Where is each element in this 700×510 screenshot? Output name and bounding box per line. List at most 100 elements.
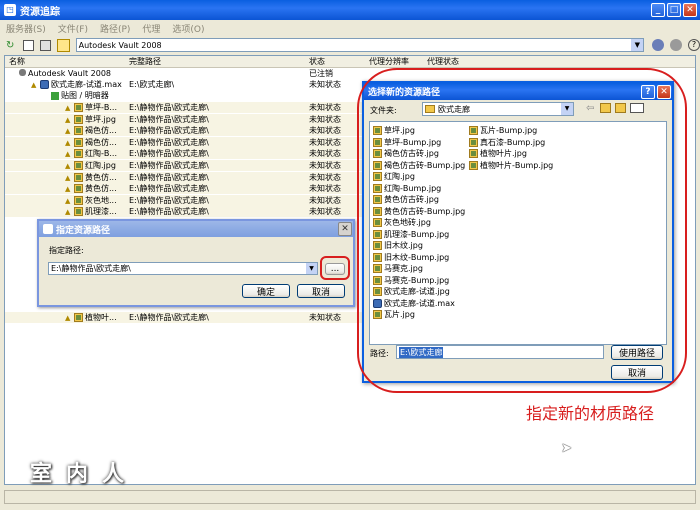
texture-status: 未知状态	[309, 207, 341, 217]
texture-path: E:\静物作品\欧式走廊\	[129, 114, 209, 124]
texture-path: E:\静物作品\欧式走廊\	[129, 126, 209, 136]
warning-icon: ▲	[65, 104, 71, 112]
menu-bar: 服务器(S) 文件(F) 路径(P) 代理 选项(O)	[0, 20, 700, 36]
specify-path-select[interactable]: E:\静物作品\欧式走廊\ ▼	[48, 262, 318, 275]
app-icon: ◳	[4, 4, 16, 16]
texture-status: 未知状态	[309, 195, 341, 205]
image-file-icon	[74, 103, 83, 112]
texture-row[interactable]: ▲ 褐色仿... E:\静物作品\欧式走廊\ 未知状态	[5, 125, 365, 137]
texture-path: E:\静物作品\欧式走廊\	[129, 137, 209, 147]
main-titlebar: ◳ 资源追踪 _ □ ✕	[0, 0, 700, 20]
col-status[interactable]: 状态	[309, 56, 325, 68]
texture-row[interactable]: ▲ 灰色地... E:\静物作品\欧式走廊\ 未知状态	[5, 194, 365, 206]
image-file-icon	[74, 114, 83, 124]
texture-path: E:\静物作品\欧式走廊\	[129, 161, 209, 170]
cancel-button[interactable]: 取消	[297, 284, 345, 298]
toolbar: ↻ Autodesk Vault 2008 ▼ ?	[0, 36, 700, 54]
texture-row[interactable]: ▲ 黄色仿... E:\静物作品\欧式走廊\ 未知状态	[5, 183, 365, 195]
warning-icon: ▲	[65, 185, 71, 194]
menu-server[interactable]: 服务器(S)	[6, 22, 46, 35]
specify-path-dialog: 指定资源路径 ✕ 指定路径: E:\静物作品\欧式走廊\ ▼ ... 确定 取消	[37, 219, 355, 307]
specify-path-label: 指定路径:	[49, 246, 84, 255]
vault-select[interactable]: Autodesk Vault 2008 ▼	[75, 38, 645, 52]
image-file-icon	[74, 149, 83, 159]
highlight-view-icon[interactable]	[56, 38, 70, 52]
texture-name: 草坪-B...	[85, 103, 118, 112]
tree-file-row[interactable]: ▲ 欧式走廊-试道.max E:\欧式走廊\ 未知状态	[5, 79, 365, 90]
texture-path: E:\静物作品\欧式走廊\	[129, 172, 209, 182]
texture-status: 未知状态	[309, 137, 341, 147]
watermark: 室内人	[30, 461, 139, 487]
texture-name: 灰色地...	[85, 195, 117, 205]
texture-path: E:\静物作品\欧式走廊\	[129, 149, 209, 159]
image-file-icon	[74, 137, 83, 147]
image-file-icon	[74, 207, 83, 217]
vault-icon[interactable]	[652, 39, 665, 51]
close-button[interactable]: ✕	[683, 3, 697, 17]
warning-icon: ▲	[65, 173, 71, 182]
texture-status: 未知状态	[309, 126, 341, 136]
warning-icon: ▲	[65, 138, 71, 147]
warning-icon: ▲	[31, 81, 37, 89]
texture-row[interactable]: ▲ 草坪.jpg E:\静物作品\欧式走廊\ 未知状态	[5, 113, 365, 125]
texture-path: E:\静物作品\欧式走廊\	[129, 207, 209, 217]
warning-icon: ▲	[65, 127, 71, 136]
maximize-button[interactable]: □	[667, 3, 681, 17]
menu-proxy[interactable]: 代理	[142, 22, 160, 35]
texture-status: 未知状态	[309, 114, 341, 124]
texture-row-bottom[interactable]: ▲ 植物叶... E:\静物作品\欧式走廊\ 未知状态	[5, 312, 365, 323]
texture-row[interactable]: ▲ 褐色仿... E:\静物作品\欧式走廊\ 未知状态	[5, 136, 365, 148]
ok-button[interactable]: 确定	[242, 284, 290, 298]
chevron-down-icon[interactable]: ▼	[631, 39, 644, 51]
image-file-icon	[74, 126, 83, 136]
annotation-text: 指定新的材质路径	[526, 404, 655, 423]
vault-tree-icon	[19, 69, 26, 76]
image-file-icon	[74, 161, 83, 170]
warning-icon: ▲	[65, 196, 71, 205]
dialog-highlight-ellipse	[357, 68, 687, 393]
texture-row[interactable]: ▲ 草坪-B... E:\静物作品\欧式走廊\ 未知状态	[5, 102, 365, 113]
mouse-cursor-icon: ➤	[561, 441, 572, 456]
menu-path[interactable]: 路径(P)	[100, 22, 130, 35]
tree-root-row[interactable]: Autodesk Vault 2008 已注销	[5, 68, 365, 79]
texture-status: 未知状态	[309, 172, 341, 182]
col-name[interactable]: 名称	[9, 56, 25, 68]
material-group-icon	[51, 91, 59, 100]
image-file-icon	[74, 172, 83, 182]
texture-path: E:\静物作品\欧式走廊\	[129, 195, 209, 205]
menu-options[interactable]: 选项(O)	[172, 22, 204, 35]
col-proxy-res[interactable]: 代理分辨率	[369, 56, 409, 68]
texture-name: 黄色仿...	[85, 184, 117, 194]
warning-icon: ▲	[65, 150, 71, 159]
warning-icon: ▲	[65, 162, 71, 170]
texture-row[interactable]: ▲ 红陶.jpg E:\静物作品\欧式走廊\ 未知状态	[5, 160, 365, 171]
texture-status: 未知状态	[309, 149, 341, 159]
settings-icon[interactable]	[670, 39, 683, 51]
texture-name: 褐色仿...	[85, 126, 117, 136]
texture-status: 未知状态	[309, 184, 341, 194]
texture-name: 草坪.jpg	[85, 114, 116, 124]
texture-row[interactable]: ▲ 黄色仿... E:\静物作品\欧式走廊\ 未知状态	[5, 171, 365, 183]
dialog-app-icon	[43, 224, 53, 234]
detail-view-icon[interactable]	[39, 39, 51, 51]
warning-icon: ▲	[65, 314, 71, 322]
help-icon[interactable]: ?	[688, 39, 700, 51]
col-proxy-status[interactable]: 代理状态	[427, 56, 459, 68]
menu-file[interactable]: 文件(F)	[58, 22, 88, 35]
specify-close-button[interactable]: ✕	[338, 222, 352, 236]
col-path[interactable]: 完整路径	[129, 56, 161, 68]
tree-group-row[interactable]: 贴图 / 明暗器	[5, 90, 365, 101]
texture-row[interactable]: ▲ 肌理漆... E:\静物作品\欧式走廊\ 未知状态	[5, 206, 365, 218]
chevron-down-icon[interactable]: ▼	[306, 263, 317, 274]
image-file-icon	[74, 184, 83, 194]
column-headers: 名称 完整路径 状态 代理分辨率 代理状态	[5, 56, 695, 68]
warning-icon: ▲	[65, 208, 71, 217]
texture-row[interactable]: ▲ 红陶-B... E:\静物作品\欧式走廊\ 未知状态	[5, 148, 365, 160]
refresh-icon[interactable]: ↻	[6, 40, 17, 51]
image-file-icon	[74, 195, 83, 205]
minimize-button[interactable]: _	[651, 3, 665, 17]
texture-status: 未知状态	[309, 103, 341, 112]
list-view-icon[interactable]	[22, 39, 34, 51]
main-title: 资源追踪	[20, 6, 60, 18]
texture-name: 黄色仿...	[85, 172, 117, 182]
